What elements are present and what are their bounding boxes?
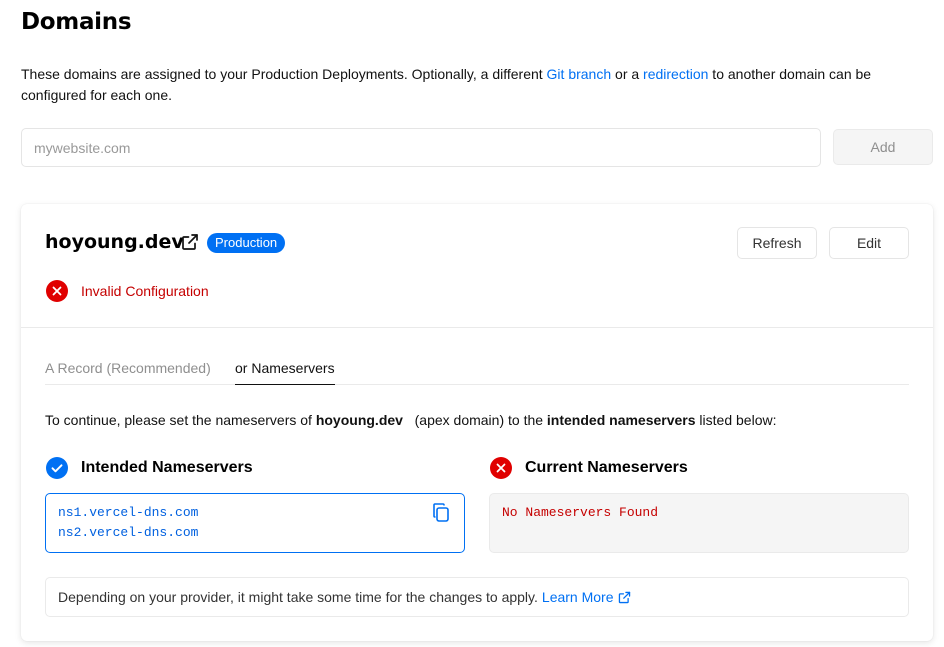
intro-middle: or a: [611, 66, 644, 82]
current-nameservers-box: No Nameservers Found: [489, 493, 909, 553]
domain-card-header: hoyoung.dev Production Refresh Edit Inva…: [21, 204, 933, 328]
instruction-middle: (apex domain) to the: [402, 412, 547, 428]
domain-card: hoyoung.dev Production Refresh Edit Inva…: [21, 204, 933, 641]
external-link-icon[interactable]: [181, 233, 199, 251]
redirection-link[interactable]: redirection: [643, 66, 708, 82]
nameserver-line: ns2.vercel-dns.com: [58, 525, 199, 540]
instruction-domain: hoyoung.dev: [315, 412, 403, 428]
external-link-icon: [618, 591, 630, 603]
learn-more-label: Learn More: [541, 589, 614, 605]
propagation-note: Depending on your provider, it might tak…: [45, 577, 909, 617]
domain-name: hoyoung.dev: [45, 231, 184, 253]
intro-prefix: These domains are assigned to your Produ…: [21, 66, 547, 82]
nameserver-instruction: To continue, please set the nameservers …: [45, 412, 776, 428]
refresh-button[interactable]: Refresh: [737, 227, 817, 259]
learn-more-link[interactable]: Learn More: [542, 589, 631, 605]
invalid-configuration-status: Invalid Configuration: [81, 283, 209, 299]
copy-icon[interactable]: [432, 503, 450, 523]
x-circle-icon: [46, 280, 68, 302]
tab-a-record[interactable]: A Record (Recommended): [45, 360, 211, 385]
current-nameservers-title: Current Nameservers: [525, 459, 688, 476]
instruction-suffix: listed below:: [695, 412, 777, 428]
note-text: Depending on your provider, it might tak…: [58, 589, 538, 605]
domain-input[interactable]: [21, 128, 821, 167]
page-title: Domains: [21, 9, 132, 35]
check-circle-icon: [46, 457, 68, 479]
instruction-prefix: To continue, please set the nameservers …: [45, 412, 316, 428]
intended-nameservers-box: ns1.vercel-dns.com ns2.vercel-dns.com: [45, 493, 465, 553]
git-branch-link[interactable]: Git branch: [547, 66, 612, 82]
record-tabs: A Record (Recommended) or Nameservers: [45, 351, 909, 385]
intended-nameservers-title: Intended Nameservers: [81, 459, 253, 476]
nameserver-line: ns1.vercel-dns.com: [58, 505, 199, 520]
tab-nameservers[interactable]: or Nameservers: [235, 360, 335, 385]
add-button[interactable]: Add: [833, 129, 933, 165]
no-nameservers-message: No Nameservers Found: [502, 505, 659, 520]
intro-text: These domains are assigned to your Produ…: [21, 64, 937, 106]
production-badge: Production: [207, 233, 286, 253]
edit-button[interactable]: Edit: [829, 227, 909, 259]
x-circle-icon: [490, 457, 512, 479]
instruction-emphasis: intended nameservers: [546, 412, 696, 428]
